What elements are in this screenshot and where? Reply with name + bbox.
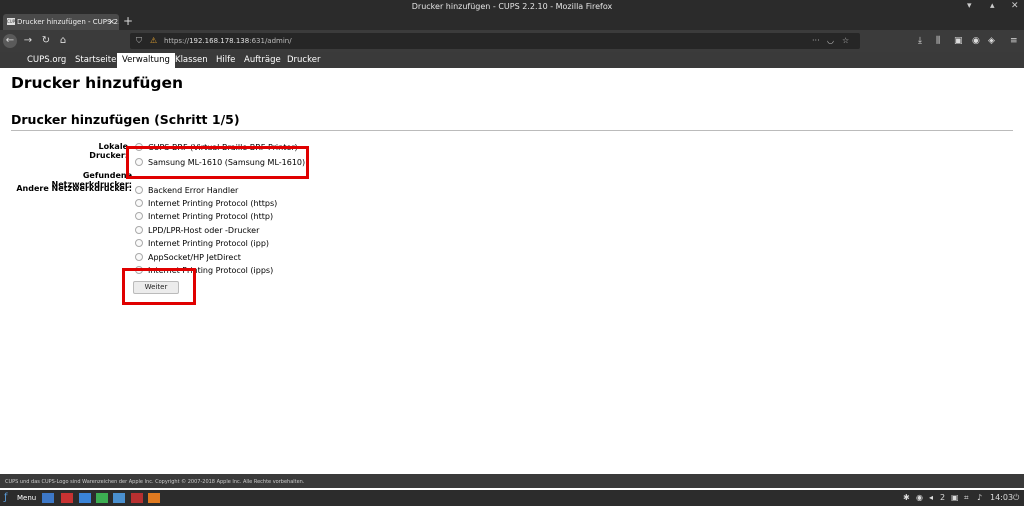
- radio-option-lpd[interactable]: LPD/LPR-Host oder -Drucker: [135, 226, 259, 235]
- clock[interactable]: 14:03: [990, 493, 1013, 502]
- app-launcher-icon[interactable]: [131, 493, 143, 503]
- reload-icon[interactable]: ↻: [39, 34, 53, 48]
- bookmark-star-icon[interactable]: ☆: [842, 36, 849, 45]
- menu-item-verwaltung[interactable]: Verwaltung: [117, 53, 175, 68]
- page-title: Drucker hinzufügen: [11, 74, 184, 92]
- option-label: AppSocket/HP JetDirect: [148, 253, 241, 262]
- extension-icon[interactable]: ◈: [988, 36, 995, 46]
- tab-close-icon[interactable]: ×: [108, 17, 115, 26]
- radio-button[interactable]: [135, 239, 143, 247]
- hamburger-menu-icon[interactable]: ≡: [1010, 36, 1018, 46]
- workspace-indicator[interactable]: 2: [940, 493, 945, 502]
- menu-item-startseite[interactable]: Startseite: [75, 55, 116, 65]
- downloads-icon[interactable]: ⤓: [918, 36, 922, 46]
- workspace-switch-icon[interactable]: ▣: [951, 493, 959, 502]
- menu-item-hilfe[interactable]: Hilfe: [216, 55, 235, 65]
- menu-item-auftraege[interactable]: Aufträge: [244, 55, 281, 65]
- radio-option-ipp[interactable]: Internet Printing Protocol (ipp): [135, 239, 269, 248]
- app-launcher-blue-icon[interactable]: [113, 493, 125, 503]
- radio-option-ipp-https[interactable]: Internet Printing Protocol (https): [135, 199, 277, 208]
- firefox-icon[interactable]: [148, 493, 160, 503]
- menu-item-cups-org[interactable]: CUPS.org: [27, 55, 66, 65]
- display-icon[interactable]: ◂: [929, 493, 933, 502]
- library-icon[interactable]: ⫼: [936, 36, 940, 46]
- page-actions-icon[interactable]: ···: [812, 36, 820, 45]
- new-tab-icon[interactable]: +: [123, 14, 133, 28]
- close-window-icon[interactable]: ✕: [1011, 1, 1019, 11]
- app-launcher-red-icon[interactable]: [61, 493, 73, 503]
- menu-item-drucker[interactable]: Drucker: [287, 55, 320, 65]
- radio-button[interactable]: [135, 199, 143, 207]
- option-label: Backend Error Handler: [148, 186, 239, 195]
- window-titlebar: Drucker hinzufügen - CUPS 2.2.10 - Mozil…: [0, 0, 1024, 14]
- label-other-printers: Andere Netzwerkdrucker:: [16, 184, 132, 193]
- divider: [11, 130, 1013, 131]
- network-icon[interactable]: ⌗: [964, 493, 969, 503]
- window-title: Drucker hinzufügen - CUPS 2.2.10 - Mozil…: [411, 2, 613, 11]
- page-footer: CUPS und das CUPS-Logo sind Warenzeichen…: [0, 474, 1024, 488]
- browser-tab[interactable]: CUPS Drucker hinzufügen - CUPS 2. ×: [3, 14, 119, 30]
- forward-icon[interactable]: →: [21, 34, 35, 48]
- tab-label: Drucker hinzufügen - CUPS 2.: [17, 18, 119, 26]
- update-icon[interactable]: ◉: [916, 493, 923, 502]
- taskbar: ƒ Menu ✱ ◉ ◂ 2 ▣ ⌗ ♪ 14:03 ⏻: [0, 490, 1024, 506]
- back-icon[interactable]: ←: [3, 34, 17, 48]
- radio-button[interactable]: [135, 212, 143, 220]
- url-prefix: https://: [164, 37, 190, 45]
- maximize-icon[interactable]: ▴: [990, 1, 995, 11]
- radio-button[interactable]: [135, 253, 143, 261]
- minimize-icon[interactable]: ▾: [967, 1, 972, 11]
- radio-option-appsocket[interactable]: AppSocket/HP JetDirect: [135, 253, 241, 262]
- option-label: Internet Printing Protocol (ipp): [148, 239, 270, 248]
- navigation-bar: ← → ↻ ⌂ ⛉ ⚠ https://192.168.178.138:631/…: [0, 30, 1024, 52]
- sidebar-icon[interactable]: ▣: [954, 36, 963, 46]
- url-path: :631/admin/: [249, 37, 292, 45]
- home-icon[interactable]: ⌂: [56, 34, 70, 48]
- option-label: LPD/LPR-Host oder -Drucker: [148, 226, 260, 235]
- url-bar[interactable]: ⛉ ⚠ https://192.168.178.138:631/admin/ ·…: [130, 33, 860, 49]
- section-title: Drucker hinzufügen (Schritt 1/5): [11, 112, 240, 127]
- radio-button[interactable]: [135, 186, 143, 194]
- tab-strip: [0, 14, 1024, 30]
- option-label: Internet Printing Protocol (http): [148, 212, 274, 221]
- app-launcher-green-icon[interactable]: [96, 493, 108, 503]
- highlight-box-weiter: [122, 268, 196, 305]
- highlight-box-samsung: [126, 146, 309, 179]
- power-icon[interactable]: ⏻: [1013, 493, 1019, 503]
- cups-menu-bar: CUPS.org Startseite Verwaltung Klassen H…: [0, 52, 1024, 68]
- shield-icon[interactable]: ⛉: [136, 36, 142, 46]
- radio-option-ipp-http[interactable]: Internet Printing Protocol (http): [135, 212, 273, 221]
- radio-option-backend-error-handler[interactable]: Backend Error Handler: [135, 186, 238, 195]
- lock-warning-icon[interactable]: ⚠: [150, 36, 157, 45]
- fedora-logo-icon[interactable]: ƒ: [4, 492, 8, 503]
- menu-item-klassen[interactable]: Klassen: [175, 55, 208, 65]
- menu-button[interactable]: Menu: [17, 494, 36, 502]
- cups-favicon-icon: CUPS: [7, 18, 18, 25]
- volume-icon[interactable]: ♪: [977, 493, 982, 502]
- radio-button[interactable]: [135, 226, 143, 234]
- desktop-icon[interactable]: [42, 493, 54, 503]
- url-host: 192.168.178.138: [189, 37, 250, 45]
- account-icon[interactable]: ◉: [972, 36, 980, 46]
- pocket-icon[interactable]: ◡: [827, 36, 834, 45]
- file-manager-icon[interactable]: [79, 493, 91, 503]
- option-label: Internet Printing Protocol (https): [148, 199, 278, 208]
- bluetooth-icon[interactable]: ✱: [903, 493, 910, 502]
- label-local-printers: Lokale Drucker:: [89, 142, 128, 160]
